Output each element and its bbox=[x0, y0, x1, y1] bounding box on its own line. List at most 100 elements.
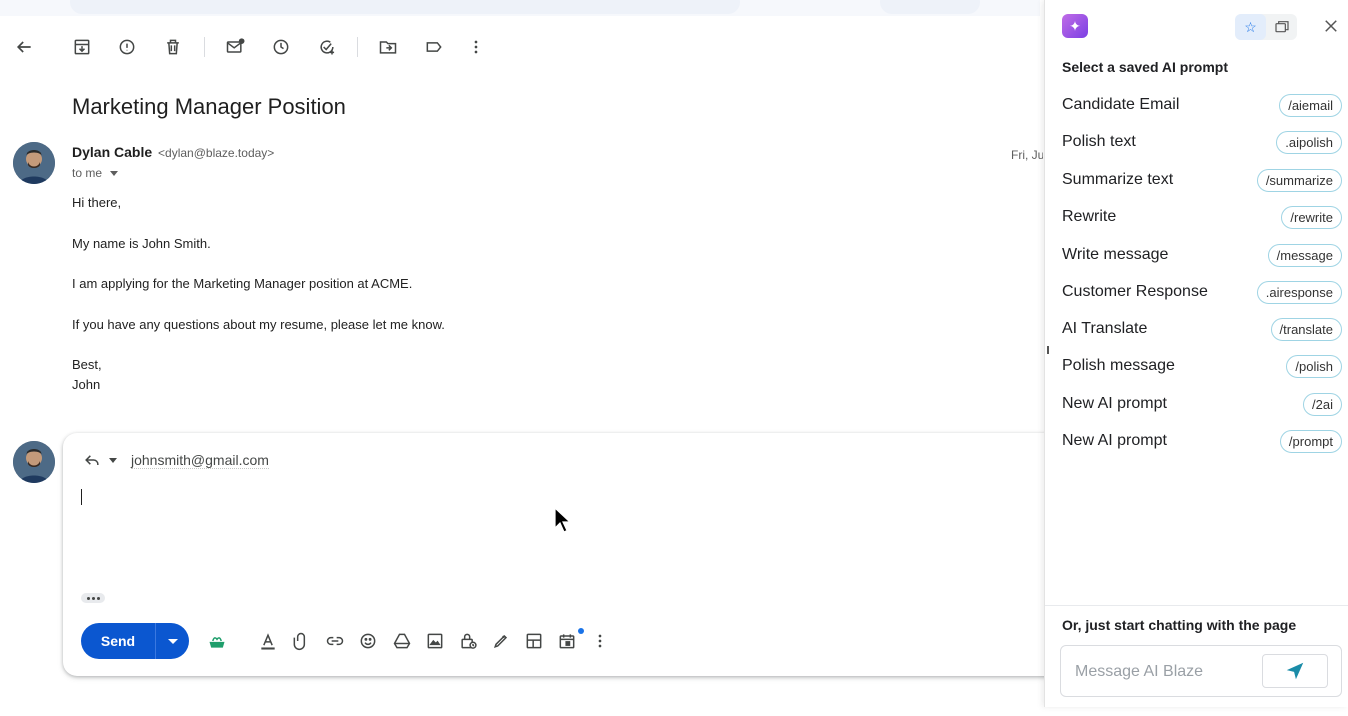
chat-prompt-text: Or, just start chatting with the page bbox=[1062, 617, 1297, 633]
close-icon[interactable] bbox=[1319, 14, 1343, 38]
prompt-name: AI Translate bbox=[1062, 320, 1148, 337]
recipient-details-toggle[interactable]: to me bbox=[72, 166, 119, 180]
prompt-name: Rewrite bbox=[1062, 208, 1117, 225]
reply-avatar bbox=[13, 441, 55, 483]
back-arrow-icon[interactable] bbox=[7, 30, 41, 64]
reply-recipient[interactable]: johnsmith@gmail.com bbox=[131, 452, 269, 469]
prompt-item[interactable]: Write message /message bbox=[1062, 241, 1342, 269]
prompt-name: Summarize text bbox=[1062, 171, 1174, 188]
layouts-icon[interactable] bbox=[520, 627, 548, 655]
prompt-name: Customer Response bbox=[1062, 283, 1208, 300]
sender-name[interactable]: Dylan Cable bbox=[72, 144, 152, 160]
sender-avatar[interactable] bbox=[13, 142, 55, 184]
email-subject: Marketing Manager Position bbox=[72, 94, 346, 119]
email-date: Fri, Ju bbox=[1011, 148, 1043, 162]
reply-header: johnsmith@gmail.com bbox=[81, 449, 269, 471]
prompt-item[interactable]: AI Translate /translate bbox=[1062, 315, 1342, 343]
send-message-icon[interactable] bbox=[1262, 654, 1328, 688]
prompt-name: New AI prompt bbox=[1062, 395, 1167, 412]
add-task-icon[interactable] bbox=[310, 30, 344, 64]
toolbar-divider bbox=[357, 37, 358, 57]
notification-dot bbox=[578, 628, 584, 634]
prompt-item[interactable]: Customer Response .airesponse bbox=[1062, 278, 1342, 306]
prompt-name: Write message bbox=[1062, 246, 1169, 263]
send-divider bbox=[155, 623, 156, 659]
send-options-chevron-icon[interactable] bbox=[168, 638, 178, 644]
insert-photo-icon[interactable] bbox=[421, 627, 449, 655]
prompt-shortcut-badge: .aipolish bbox=[1276, 130, 1342, 154]
ai-blaze-logo-icon: ✦ bbox=[1062, 14, 1088, 38]
panel-heading: Select a saved AI prompt bbox=[1062, 59, 1228, 75]
text-blaze-icon[interactable] bbox=[203, 627, 231, 655]
prompt-item[interactable]: New AI prompt /2ai bbox=[1062, 390, 1342, 418]
gmail-window: Marketing Manager Position Dylan Cable <… bbox=[0, 0, 1348, 716]
prompt-item[interactable]: Candidate Email /aiemail bbox=[1062, 91, 1342, 119]
body-line-1: My name is John Smith. bbox=[72, 236, 211, 251]
link-icon[interactable] bbox=[321, 627, 349, 655]
prompt-item[interactable]: New AI prompt /prompt bbox=[1062, 427, 1342, 455]
attach-icon[interactable] bbox=[287, 627, 315, 655]
schedule-calendar-icon[interactable] bbox=[553, 627, 581, 655]
prompt-shortcut-badge: .airesponse bbox=[1256, 280, 1342, 304]
text-format-icon[interactable] bbox=[254, 627, 282, 655]
archive-icon[interactable] bbox=[65, 30, 99, 64]
text-cursor bbox=[81, 489, 82, 505]
sender-email: <dylan@blaze.today> bbox=[158, 146, 275, 160]
message-toolbar bbox=[0, 30, 1040, 64]
move-to-icon[interactable] bbox=[371, 30, 405, 64]
signature-pen-icon[interactable] bbox=[487, 627, 515, 655]
mark-unread-icon[interactable] bbox=[218, 30, 252, 64]
prompt-shortcut-badge: /aiemail bbox=[1279, 93, 1342, 117]
saved-prompts-star-icon[interactable]: ☆ bbox=[1235, 14, 1266, 40]
prompt-shortcut-badge: /2ai bbox=[1303, 392, 1342, 416]
delete-icon[interactable] bbox=[156, 30, 190, 64]
snooze-icon[interactable] bbox=[264, 30, 298, 64]
body-signature: John bbox=[72, 377, 101, 392]
reply-arrow-icon[interactable] bbox=[81, 449, 103, 471]
panel-view-toggle: ☆ bbox=[1235, 14, 1297, 40]
pages-icon[interactable] bbox=[1266, 14, 1297, 40]
body-greeting: Hi there, bbox=[72, 195, 122, 210]
prompt-shortcut-badge: /rewrite bbox=[1281, 205, 1342, 229]
prompt-item[interactable]: Polish message /polish bbox=[1062, 352, 1342, 380]
prompt-name: Candidate Email bbox=[1062, 96, 1180, 113]
body-line-2: I am applying for the Marketing Manager … bbox=[72, 276, 413, 291]
send-button[interactable]: Send bbox=[81, 633, 155, 649]
show-trimmed-content-button[interactable] bbox=[81, 593, 105, 603]
confidential-mode-icon[interactable] bbox=[454, 627, 482, 655]
prompt-item[interactable]: Polish text .aipolish bbox=[1062, 128, 1342, 156]
report-spam-icon[interactable] bbox=[110, 30, 144, 64]
prompt-shortcut-badge: /translate bbox=[1270, 317, 1342, 341]
label-icon[interactable] bbox=[417, 30, 451, 64]
more-options-icon[interactable] bbox=[586, 627, 614, 655]
reply-type-chevron-icon[interactable] bbox=[109, 457, 117, 463]
prompt-shortcut-badge: /summarize bbox=[1256, 168, 1342, 192]
panel-resize-handle[interactable] bbox=[1047, 346, 1049, 354]
ai-blaze-panel: ✦ ☆ Select a saved AI prompt Candidate E… bbox=[1044, 0, 1348, 707]
panel-divider bbox=[1045, 605, 1348, 606]
body-signoff: Best, bbox=[72, 357, 102, 372]
status-pill-ghost[interactable] bbox=[880, 0, 980, 14]
prompt-shortcut-badge: /prompt bbox=[1279, 429, 1342, 453]
message-input[interactable]: Message AI Blaze bbox=[1075, 663, 1203, 681]
prompt-item[interactable]: Summarize text /summarize bbox=[1062, 166, 1342, 194]
chevron-down-icon bbox=[110, 170, 119, 176]
drive-icon[interactable] bbox=[388, 627, 416, 655]
to-me-label: to me bbox=[72, 166, 103, 180]
more-vert-icon[interactable] bbox=[459, 30, 493, 64]
top-search-strip bbox=[0, 0, 1040, 16]
search-bar-ghost[interactable] bbox=[70, 0, 740, 14]
body-line-3: If you have any questions about my resum… bbox=[72, 317, 445, 332]
sender-line: Dylan Cable <dylan@blaze.today> bbox=[72, 144, 274, 160]
prompt-name: Polish message bbox=[1062, 357, 1175, 374]
prompt-item[interactable]: Rewrite /rewrite bbox=[1062, 203, 1342, 231]
reply-compose: johnsmith@gmail.com Send bbox=[63, 433, 1073, 676]
mouse-pointer-icon bbox=[554, 507, 572, 533]
prompt-shortcut-badge: /polish bbox=[1286, 354, 1342, 378]
prompt-name: New AI prompt bbox=[1062, 432, 1167, 449]
send-button-group: Send bbox=[81, 623, 189, 659]
emoji-icon[interactable] bbox=[354, 627, 382, 655]
prompt-shortcut-badge: /message bbox=[1267, 243, 1342, 267]
chat-input-box: Message AI Blaze bbox=[1060, 645, 1342, 697]
toolbar-divider bbox=[204, 37, 205, 57]
